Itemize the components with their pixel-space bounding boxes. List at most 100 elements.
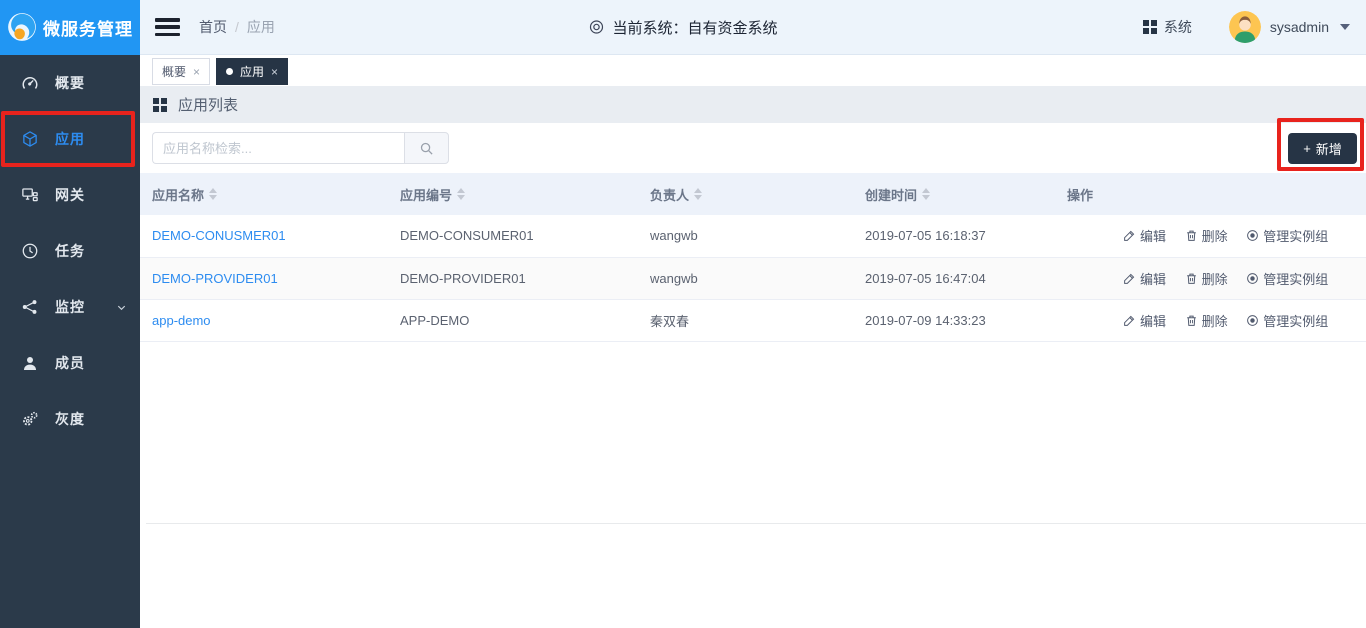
- sidebar-item-label: 应用: [55, 129, 85, 149]
- share-nodes-icon: [21, 298, 39, 316]
- plus-icon: +: [1303, 141, 1311, 156]
- table-row: DEMO-PROVIDER01 DEMO-PROVIDER01 wangwb 2…: [140, 257, 1366, 299]
- pencil-icon: [1123, 314, 1136, 327]
- edit-action[interactable]: 编辑: [1123, 269, 1166, 288]
- breadcrumb: 首页 / 应用: [199, 17, 275, 37]
- sidebar-item-members[interactable]: 成员: [0, 335, 140, 391]
- hamburger-menu-icon[interactable]: [155, 18, 180, 36]
- close-icon[interactable]: ×: [271, 65, 278, 79]
- application-table: 应用名称 应用编号 负责人 创建时间 操作: [140, 173, 1366, 342]
- manage-instances-action[interactable]: 管理实例组: [1246, 311, 1328, 330]
- top-bar: 微服务管理 首页 / 应用 当前系统：自有资金系统 系统 sysadmin: [0, 0, 1366, 55]
- edit-action[interactable]: 编辑: [1123, 226, 1166, 245]
- section-header: 应用列表: [140, 86, 1366, 123]
- breadcrumb-home[interactable]: 首页: [199, 17, 227, 37]
- dashboard-icon: [21, 74, 39, 92]
- bullseye-icon: [1246, 272, 1259, 285]
- column-header-operations: 操作: [1055, 173, 1366, 215]
- sort-icon[interactable]: [922, 188, 930, 200]
- add-button-label: 新增: [1316, 139, 1342, 158]
- section-title: 应用列表: [178, 94, 238, 115]
- app-logo: 微服务管理: [0, 0, 140, 55]
- sidebar-item-label: 灰度: [55, 409, 85, 429]
- app-name-link[interactable]: DEMO-PROVIDER01: [152, 271, 278, 286]
- username[interactable]: sysadmin: [1270, 19, 1329, 35]
- app-owner: wangwb: [638, 257, 853, 299]
- tab-label: 应用: [240, 63, 264, 80]
- content-divider: [146, 523, 1366, 524]
- breadcrumb-separator: /: [235, 19, 239, 35]
- manage-instances-action[interactable]: 管理实例组: [1246, 269, 1328, 288]
- app-created: 2019-07-09 14:33:23: [853, 299, 1055, 341]
- app-name-link[interactable]: app-demo: [152, 313, 211, 328]
- breadcrumb-current: 应用: [247, 17, 275, 37]
- app-code: DEMO-PROVIDER01: [388, 257, 638, 299]
- cube-icon: [21, 130, 39, 148]
- tab-applications[interactable]: 应用 ×: [216, 58, 288, 85]
- chevron-down-icon[interactable]: [116, 302, 127, 313]
- target-rings-icon: [588, 19, 604, 35]
- sidebar-item-label: 概要: [55, 73, 85, 93]
- current-system-label: 当前系统：自有资金系统: [612, 17, 777, 38]
- list-grid-icon: [153, 98, 167, 112]
- delete-action[interactable]: 删除: [1185, 269, 1228, 288]
- clock-icon: [21, 242, 39, 260]
- sort-icon[interactable]: [209, 188, 217, 200]
- sort-icon[interactable]: [457, 188, 465, 200]
- logo-title: 微服务管理: [43, 15, 133, 40]
- app-created: 2019-07-05 16:47:04: [853, 257, 1055, 299]
- table-row: DEMO-CONUSMER01 DEMO-CONSUMER01 wangwb 2…: [140, 215, 1366, 257]
- system-switcher[interactable]: 系统: [1143, 17, 1192, 37]
- pencil-icon: [1123, 229, 1136, 242]
- sidebar-item-label: 成员: [55, 353, 85, 373]
- app-name-link[interactable]: DEMO-CONUSMER01: [152, 228, 286, 243]
- search-input[interactable]: [152, 132, 404, 164]
- bullseye-icon: [1246, 314, 1259, 327]
- sidebar-item-label: 监控: [55, 297, 85, 317]
- sidebar: 概要 应用 网关 任务: [0, 55, 140, 628]
- table-header-row: 应用名称 应用编号 负责人 创建时间 操作: [140, 173, 1366, 215]
- table-row: app-demo APP-DEMO 秦双春 2019-07-09 14:33:2…: [140, 299, 1366, 341]
- app-owner: 秦双春: [638, 299, 853, 341]
- add-button[interactable]: + 新增: [1288, 133, 1357, 164]
- column-header-code[interactable]: 应用编号: [388, 173, 638, 215]
- sort-icon[interactable]: [694, 188, 702, 200]
- search-icon: [419, 141, 434, 156]
- grid-icon: [1143, 20, 1157, 34]
- column-header-owner[interactable]: 负责人: [638, 173, 853, 215]
- manage-instances-action[interactable]: 管理实例组: [1246, 226, 1328, 245]
- column-header-name[interactable]: 应用名称: [140, 173, 388, 215]
- logo-swirl-icon: [7, 12, 37, 42]
- sidebar-item-monitoring[interactable]: 监控: [0, 279, 140, 335]
- app-code: APP-DEMO: [388, 299, 638, 341]
- delete-action[interactable]: 删除: [1185, 311, 1228, 330]
- current-system-indicator: 当前系统：自有资金系统: [588, 17, 777, 38]
- column-header-created[interactable]: 创建时间: [853, 173, 1055, 215]
- gears-icon: [21, 410, 39, 428]
- active-dot-icon: [226, 68, 233, 75]
- sidebar-item-label: 网关: [55, 185, 85, 205]
- sidebar-item-applications[interactable]: 应用: [0, 111, 140, 167]
- gateway-icon: [21, 186, 39, 204]
- system-label: 系统: [1164, 17, 1192, 37]
- sidebar-item-grayscale[interactable]: 灰度: [0, 391, 140, 447]
- sidebar-item-gateway[interactable]: 网关: [0, 167, 140, 223]
- delete-action[interactable]: 删除: [1185, 226, 1228, 245]
- search-button[interactable]: [404, 132, 449, 164]
- topbar-right: 系统 sysadmin: [1143, 11, 1350, 43]
- search-group: [152, 132, 449, 164]
- tab-label: 概要: [162, 63, 186, 80]
- sidebar-item-tasks[interactable]: 任务: [0, 223, 140, 279]
- trash-icon: [1185, 314, 1198, 327]
- app-created: 2019-07-05 16:18:37: [853, 215, 1055, 257]
- sidebar-item-label: 任务: [55, 241, 85, 261]
- pencil-icon: [1123, 272, 1136, 285]
- main-content: 概要 × 应用 × 应用列表 + 新增: [140, 55, 1366, 628]
- avatar[interactable]: [1229, 11, 1261, 43]
- trash-icon: [1185, 272, 1198, 285]
- close-icon[interactable]: ×: [193, 65, 200, 79]
- sidebar-item-overview[interactable]: 概要: [0, 55, 140, 111]
- tab-overview[interactable]: 概要 ×: [152, 58, 210, 85]
- chevron-down-icon[interactable]: [1340, 24, 1350, 30]
- edit-action[interactable]: 编辑: [1123, 311, 1166, 330]
